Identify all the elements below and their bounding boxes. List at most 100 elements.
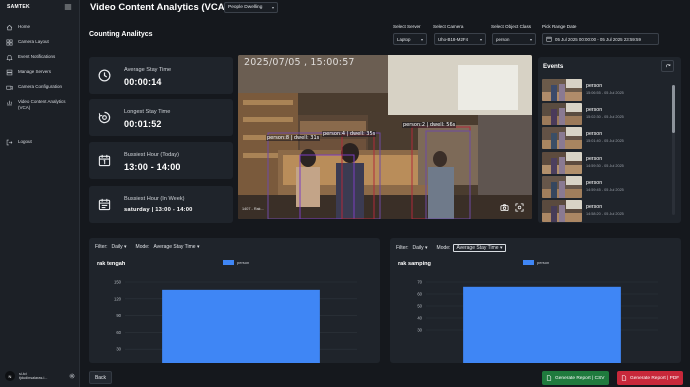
event-item[interactable]: person 14:58:20 - 05 Jul 2025: [542, 199, 670, 222]
back-button[interactable]: Back: [89, 371, 112, 384]
event-thumbnail: [542, 103, 582, 126]
event-time: 14:59:45 - 05 Jul 2025: [586, 187, 624, 192]
y-tick-label: 60: [417, 292, 422, 297]
server-value: Laptop: [397, 36, 411, 42]
scrollbar-thumb[interactable]: [672, 85, 675, 133]
clock-icon: [98, 69, 111, 82]
gear-icon[interactable]: [69, 373, 75, 379]
date-range-picker[interactable]: 05 Jul 2025 00:00:00 - 05 Jul 2025 23:59…: [542, 33, 659, 45]
event-label: person: [586, 107, 603, 114]
stat-value: saturday | 13:00 - 14:00: [124, 207, 193, 213]
stat-value: 00:01:52: [124, 119, 162, 129]
file-pdf-icon: [621, 375, 627, 381]
stat-card-busiest-hour-today: Bussiest Hour (Today) 13:00 - 14:00: [89, 142, 233, 179]
menu-toggle-icon[interactable]: [64, 3, 72, 11]
sidebar-item-label: Camera Configuration: [18, 84, 63, 89]
sidebar-item-label: Camera Layout: [18, 39, 49, 44]
view-mode-value: People Dwelling: [228, 5, 263, 10]
event-label: person: [586, 179, 603, 186]
event-item[interactable]: person 15:02:30 - 05 Jul 2025: [542, 103, 670, 127]
camera-select[interactable]: Uho-B18-M2F4 ▾: [434, 33, 486, 45]
logout-button[interactable]: Logout: [0, 139, 80, 154]
event-label: person: [586, 83, 603, 89]
event-item[interactable]: person 15:06:55 - 05 Jul 2025: [542, 79, 670, 103]
sidebar-item-home[interactable]: Home: [0, 24, 80, 39]
generate-csv-button[interactable]: Generate Report | CSV: [542, 371, 609, 385]
chevron-down-icon: ▾: [529, 36, 532, 42]
server-icon: [6, 69, 13, 76]
section-title: Counting Analitycs: [89, 31, 153, 38]
sidebar-nav: Home Camera Layout Event Notifications M…: [0, 24, 80, 119]
sidebar-item-vca[interactable]: Video Content Analytics (VCA): [0, 99, 80, 119]
refresh-icon: [665, 63, 671, 69]
sidebar: SAMTEK Home Camera Layout Event Notifica…: [0, 0, 80, 387]
y-tick-label: 120: [114, 296, 122, 301]
stat-card-average-stay: Average Stay Time 00:00:14: [89, 57, 233, 94]
home-icon: [6, 24, 13, 31]
camera-label: Select Camera: [433, 24, 464, 29]
event-item[interactable]: person 15:01:40 - 05 Jul 2025: [542, 127, 670, 151]
user-profile[interactable]: N si-tci tjdudinsalaras.i...: [5, 370, 77, 382]
detection-label: person:2 | dwell: 56s: [402, 122, 457, 128]
stat-label: Average Stay Time: [124, 67, 172, 73]
sidebar-item-camera-configuration[interactable]: Camera Configuration: [0, 84, 80, 99]
object-class-value: person: [496, 36, 510, 42]
server-label: Select Server: [393, 24, 421, 29]
bell-icon: [6, 54, 13, 61]
calendar-icon: [546, 36, 552, 42]
camera-name-overlay: 1407 - Rak...: [242, 207, 264, 211]
y-tick-label: 70: [417, 280, 422, 285]
chart-bar[interactable]: [162, 289, 320, 363]
chart-panel-rak-samping: Filter: Daily ▾ Mode: Average Stay Time …: [390, 238, 681, 363]
stat-value: 00:00:14: [124, 77, 162, 87]
generate-pdf-button[interactable]: Generate Report | PDF: [617, 371, 684, 385]
object-class-label: Select Object Class: [491, 24, 532, 29]
event-thumbnail: [542, 199, 582, 222]
detection-label: person:8 | dwell: 31s: [266, 135, 321, 141]
sidebar-logout: Logout: [0, 139, 80, 154]
camera-video-feed[interactable]: 2025/07/05 , 15:00:57 person:8 | dwell: …: [238, 55, 532, 219]
sidebar-item-camera-layout[interactable]: Camera Layout: [0, 39, 80, 54]
y-tick-label: 50: [417, 304, 422, 309]
stat-label: Bussiest Hour (In Week): [124, 196, 185, 202]
sidebar-item-label: Video Content Analytics (VCA): [18, 99, 66, 110]
sidebar-item-event-notifications[interactable]: Event Notifications: [0, 54, 80, 69]
stat-label: Bussiest Hour (Today): [124, 152, 180, 158]
chevron-down-icon: ▾: [271, 5, 274, 10]
detection-label: person:4 | dwell: 35s: [322, 131, 377, 137]
chart-bar[interactable]: [463, 286, 621, 363]
timer-icon: [98, 111, 111, 124]
camera-value: Uho-B18-M2F4: [438, 36, 469, 42]
event-thumbnail: [542, 79, 582, 101]
camera-layout-icon: [6, 39, 13, 46]
bar-chart-rak-samping: 70 60 50 40 30: [417, 280, 658, 363]
refresh-button[interactable]: [661, 60, 674, 72]
event-item[interactable]: person 14:59:45 - 05 Jul 2025: [542, 175, 670, 200]
view-mode-select[interactable]: People Dwelling ▾: [224, 2, 278, 13]
snapshot-camera-icon[interactable]: [500, 203, 509, 212]
sidebar-item-label: Event Notifications: [18, 54, 56, 59]
server-select[interactable]: Laptop ▾: [393, 33, 427, 45]
events-panel: Events person 15:06:55 - 05 Jul 2025 perso…: [538, 57, 681, 223]
stat-card-busiest-hour-week: Bussiest Hour (In Week) saturday | 13:00…: [89, 186, 233, 223]
stat-value: 13:00 - 14:00: [124, 162, 181, 172]
object-class-select[interactable]: person ▾: [492, 33, 536, 45]
calendar-week-icon: [98, 198, 111, 211]
pdf-label: Generate Report | PDF: [630, 375, 680, 381]
bar-chart-rak-tengah: 150 120 90 60 30: [114, 280, 357, 363]
event-label: person: [586, 203, 603, 210]
event-item[interactable]: person 14:59:30 - 05 Jul 2025: [542, 151, 670, 176]
logout-label: Logout: [18, 139, 32, 144]
event-label: person: [586, 131, 603, 138]
sidebar-item-manage-servers[interactable]: Manage Servers: [0, 69, 80, 84]
fullscreen-icon[interactable]: [515, 203, 524, 212]
user-name: si-tci tjdudinsalaras.i...: [19, 372, 65, 381]
y-tick-label: 150: [114, 280, 122, 285]
event-list: person 15:06:55 - 05 Jul 2025 person 15:02:…: [542, 79, 670, 222]
video-timestamp: 2025/07/05 , 15:00:57: [244, 57, 355, 68]
y-tick-label: 90: [116, 313, 121, 318]
camera-config-icon: [6, 84, 13, 91]
events-scrollbar[interactable]: [672, 85, 675, 215]
event-time: 14:58:20 - 05 Jul 2025: [586, 211, 624, 216]
chart-panel-rak-tengah: Filter: Daily ▾ Mode: Average Stay Time …: [89, 238, 380, 363]
